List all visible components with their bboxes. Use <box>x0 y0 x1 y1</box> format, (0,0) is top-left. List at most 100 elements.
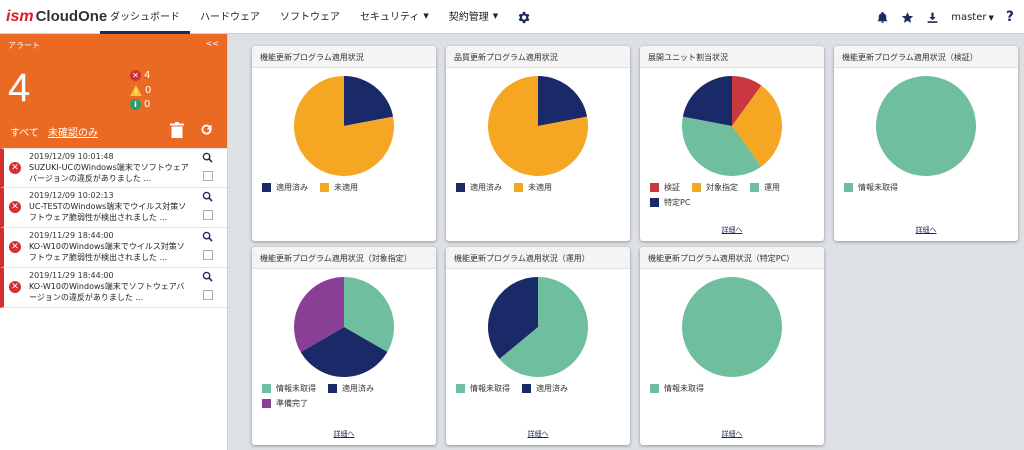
legend-label: 適用済み <box>470 183 502 192</box>
nav-security[interactable]: セキュリティ ▼ <box>350 0 439 34</box>
legend-item[interactable]: 情報未取得 <box>456 383 510 394</box>
warning-icon <box>130 85 142 96</box>
legend-swatch <box>844 183 853 192</box>
info-icon: i <box>130 99 141 110</box>
alert-checkbox[interactable] <box>203 290 213 300</box>
legend-item[interactable]: 情報未取得 <box>844 182 898 193</box>
nav-hardware[interactable]: ハードウェア <box>190 0 270 34</box>
legend-item[interactable]: 運用 <box>750 182 780 193</box>
pie-chart <box>682 277 782 377</box>
search-icon[interactable] <box>202 271 213 282</box>
chart-card: 機能更新プログラム適用状況（対象指定） 情報未取得 適用済み準備完了詳細へ <box>252 247 436 445</box>
alert-item[interactable]: ✕ 2019/12/09 10:01:48 SUZUKI-UCのWindows端… <box>0 148 227 188</box>
legend-label: 未適用 <box>528 183 552 192</box>
search-icon[interactable] <box>202 152 213 163</box>
detail-link[interactable]: 詳細へ <box>640 225 824 235</box>
detail-link[interactable]: 詳細へ <box>834 225 1018 235</box>
nav-contract[interactable]: 契約管理 ▼ <box>439 0 508 34</box>
pie-chart <box>876 76 976 176</box>
detail-link[interactable]: 詳細へ <box>640 429 824 439</box>
download-icon[interactable] <box>926 11 939 24</box>
collapse-panel-button[interactable]: << <box>206 39 219 48</box>
header-actions: master ▼ ? <box>876 0 1014 34</box>
logo-name: CloudOne <box>35 8 108 25</box>
error-count: 4 <box>144 70 151 81</box>
legend-item[interactable]: 適用済み <box>456 182 502 193</box>
delete-alerts-button[interactable] <box>170 122 184 142</box>
nav-label: ハードウェア <box>200 12 260 23</box>
logo-prefix: ism <box>6 8 34 25</box>
refresh-button[interactable] <box>199 122 214 141</box>
chart-card: 機能更新プログラム適用状況適用済み 未適用 <box>252 46 436 241</box>
alert-title: アラート <box>8 41 40 50</box>
bell-icon[interactable] <box>876 11 889 24</box>
detail-link[interactable]: 詳細へ <box>446 429 630 439</box>
legend-item[interactable]: 適用済み <box>522 383 568 394</box>
legend-item[interactable]: 未適用 <box>320 182 358 193</box>
legend-swatch <box>262 384 271 393</box>
legend-label: 情報未取得 <box>470 384 510 393</box>
alert-total-count: 4 <box>8 66 31 110</box>
search-icon[interactable] <box>202 191 213 202</box>
chart-title: 品質更新プログラム適用状況 <box>446 46 630 68</box>
alert-time: 2019/12/09 10:02:13 <box>29 191 114 200</box>
top-navigation-bar: ism CloudOne ダッシュボード ハードウェア ソフトウェア セキュリテ… <box>0 0 1024 34</box>
alert-checkbox[interactable] <box>203 210 213 220</box>
error-icon: ✕ <box>9 281 21 293</box>
alert-checkbox[interactable] <box>203 250 213 260</box>
settings-gear-button[interactable] <box>508 0 539 34</box>
pie-slice[interactable] <box>682 277 782 377</box>
app-logo[interactable]: ism CloudOne <box>6 8 107 28</box>
alert-message: KO-W10のWindows端末でウイルス対策ソフトウェア脆弱性が検出されました… <box>29 242 185 262</box>
legend-label: 対象指定 <box>706 183 738 192</box>
legend-label: 情報未取得 <box>276 384 316 393</box>
chart-title: 機能更新プログラム適用状況（特定PC） <box>640 247 824 269</box>
chart-legend: 検証 対象指定 運用特定PC <box>650 182 818 212</box>
pie-slice[interactable] <box>876 76 976 176</box>
chart-card: 品質更新プログラム適用状況適用済み 未適用 <box>446 46 630 241</box>
nav-software[interactable]: ソフトウェア <box>270 0 350 34</box>
legend-item[interactable]: 検証 <box>650 182 680 193</box>
chart-title: 機能更新プログラム適用状況（検証） <box>834 46 1018 68</box>
chart-title: 機能更新プログラム適用状況（対象指定） <box>252 247 436 269</box>
legend-item[interactable]: 未適用 <box>514 182 552 193</box>
legend-swatch <box>650 384 659 393</box>
legend-label: 検証 <box>664 183 680 192</box>
legend-item[interactable]: 対象指定 <box>692 182 738 193</box>
legend-label: 準備完了 <box>276 399 308 408</box>
refresh-icon <box>201 124 212 135</box>
error-icon: ✕ <box>9 201 21 213</box>
filter-all-link[interactable]: すべて <box>10 124 39 139</box>
chart-card: 機能更新プログラム適用状況（運用） 情報未取得 適用済み詳細へ <box>446 247 630 445</box>
alert-item[interactable]: ✕ 2019/11/29 18:44:00 KO-W10のWindows端末でウ… <box>0 228 227 268</box>
legend-item[interactable]: 特定PC <box>650 197 690 208</box>
warning-count: 0 <box>145 85 152 96</box>
help-button[interactable]: ? <box>1006 9 1014 25</box>
chart-card: 機能更新プログラム適用状況（検証） 情報未取得詳細へ <box>834 46 1018 241</box>
legend-label: 未適用 <box>334 183 358 192</box>
main-nav: ダッシュボード ハードウェア ソフトウェア セキュリティ ▼ 契約管理 ▼ <box>100 0 539 34</box>
alert-panel: アラート << 4 ✕ 4 0 i 0 すべて 未確認のみ ✕ 2019/12/… <box>0 34 228 450</box>
gear-icon <box>518 11 530 23</box>
user-menu[interactable]: master ▼ <box>951 12 994 23</box>
legend-item[interactable]: 情報未取得 <box>262 383 316 394</box>
alert-item[interactable]: ✕ 2019/12/09 10:02:13 UC-TESTのWindows端末で… <box>0 188 227 228</box>
legend-item[interactable]: 情報未取得 <box>650 383 704 394</box>
alert-item[interactable]: ✕ 2019/11/29 18:44:00 KO-W10のWindows端末でソ… <box>0 268 227 308</box>
nav-dashboard[interactable]: ダッシュボード <box>100 0 190 34</box>
filter-unread-link[interactable]: 未確認のみ <box>48 124 98 139</box>
legend-swatch <box>522 384 531 393</box>
pie-chart <box>294 277 394 377</box>
chart-title: 機能更新プログラム適用状況（運用） <box>446 247 630 269</box>
legend-item[interactable]: 適用済み <box>262 182 308 193</box>
nav-label: ソフトウェア <box>280 12 340 23</box>
detail-link[interactable]: 詳細へ <box>252 429 436 439</box>
search-icon[interactable] <box>202 231 213 242</box>
legend-item[interactable]: 適用済み <box>328 383 374 394</box>
alert-checkbox[interactable] <box>203 171 213 181</box>
legend-swatch <box>456 384 465 393</box>
star-icon[interactable] <box>901 11 914 24</box>
chart-title: 機能更新プログラム適用状況 <box>252 46 436 68</box>
legend-item[interactable]: 準備完了 <box>262 398 308 409</box>
warning-count-row: 0 <box>130 85 151 96</box>
